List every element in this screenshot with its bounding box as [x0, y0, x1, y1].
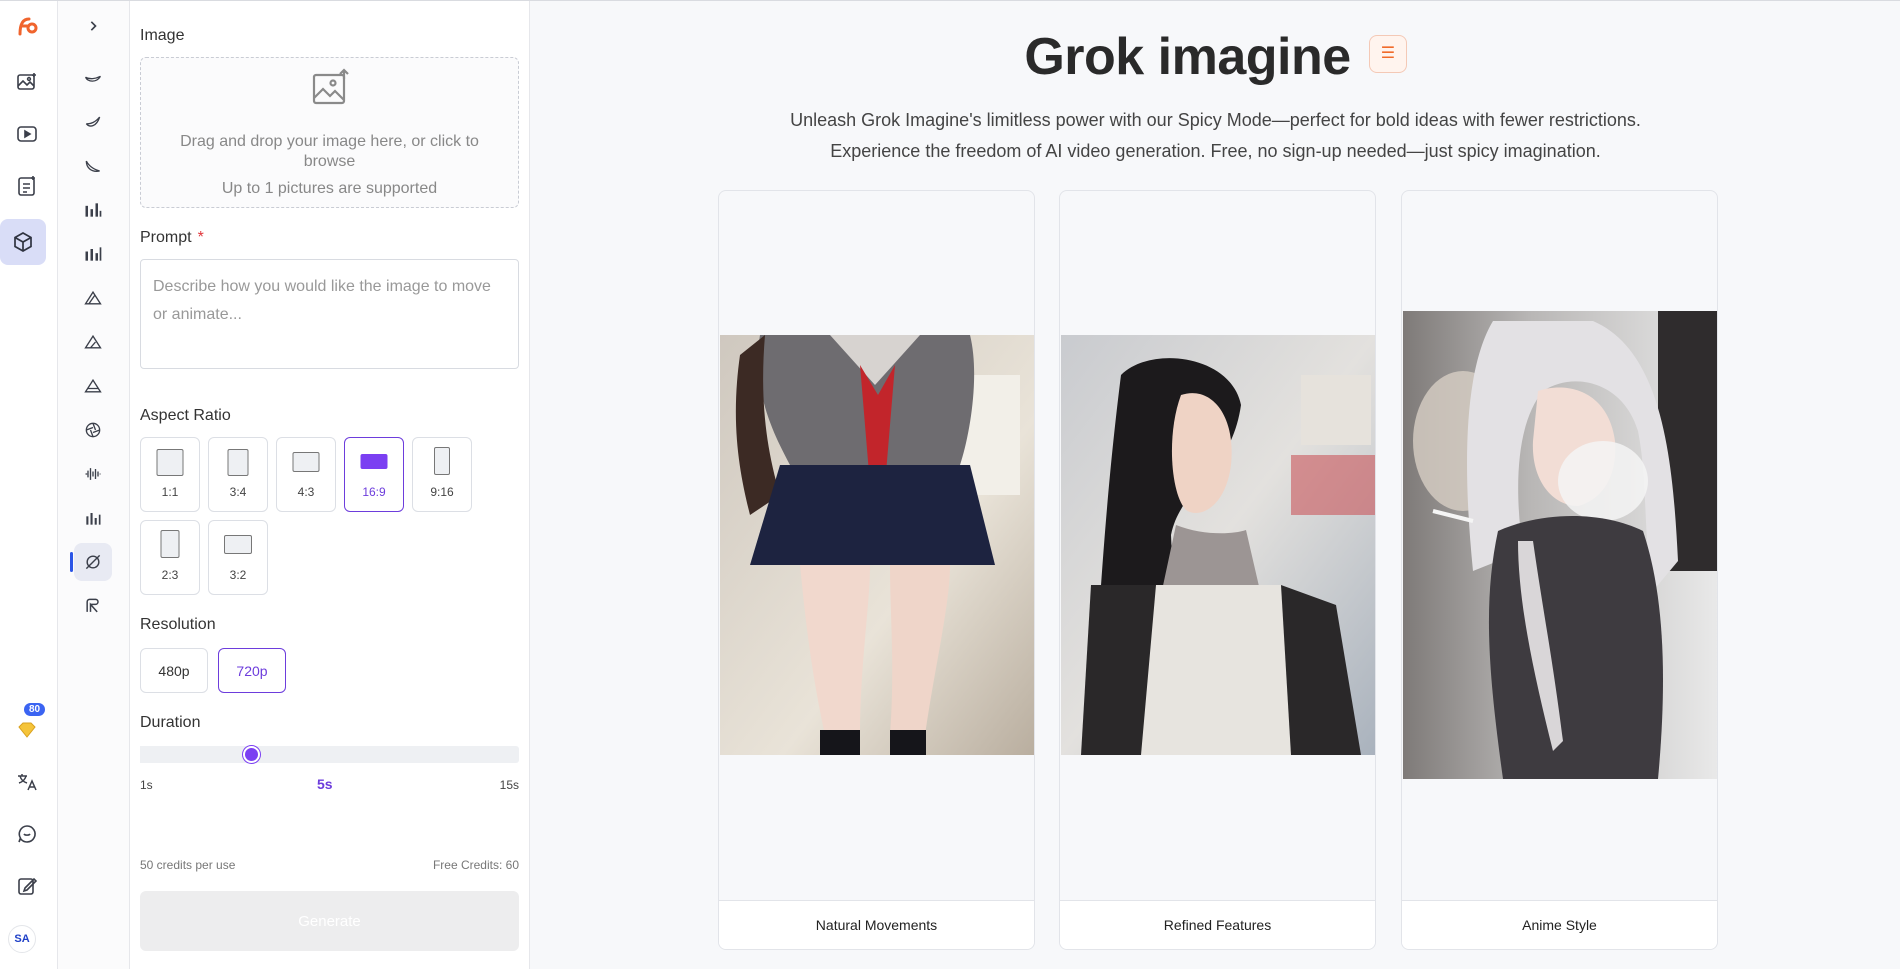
- portrait-icon: [160, 530, 180, 558]
- avatar[interactable]: SA: [8, 925, 36, 953]
- resolution-label: Resolution: [140, 616, 216, 633]
- example-image-portrait: [1061, 335, 1375, 755]
- image-dropzone[interactable]: Drag and drop your image here, or click …: [140, 57, 519, 208]
- gem-icon[interactable]: [8, 711, 46, 749]
- ratio-3-2[interactable]: 3:2: [208, 520, 268, 595]
- card-caption: Refined Features: [1060, 900, 1375, 949]
- card-caption: Natural Movements: [719, 900, 1034, 949]
- page-title-text: Grok imagine: [1024, 28, 1351, 86]
- ratio-4-3[interactable]: 4:3: [276, 437, 336, 512]
- prompt-label: Prompt *: [140, 229, 204, 246]
- prompt-input[interactable]: Describe how you would like the image to…: [140, 259, 519, 369]
- video-icon[interactable]: [8, 115, 46, 153]
- main-rail: 80 SA: [0, 1, 58, 969]
- mountain-icon[interactable]: [74, 279, 112, 317]
- duration-min: 1s: [140, 778, 153, 792]
- ratio-1-1[interactable]: 1:1: [140, 437, 200, 512]
- slider-fill: [140, 746, 252, 763]
- mountain-icon[interactable]: [74, 367, 112, 405]
- waveform-icon[interactable]: [74, 455, 112, 493]
- kling-icon[interactable]: [74, 587, 112, 625]
- image-gallery-icon[interactable]: [8, 63, 46, 101]
- slider-handle[interactable]: [243, 746, 260, 763]
- dropzone-text: Drag and drop your image here, or click …: [180, 133, 479, 170]
- example-card-anime[interactable]: Anime Style: [1401, 190, 1718, 950]
- translate-icon[interactable]: [8, 763, 46, 801]
- credits-icon[interactable]: ☰: [1368, 35, 1407, 74]
- settings-panel: Image Drag and drop your image here, or …: [130, 1, 530, 969]
- generate-button[interactable]: Generate: [140, 891, 519, 951]
- square-icon: [156, 449, 184, 476]
- document-icon[interactable]: [8, 167, 46, 205]
- example-image-anime: [1403, 311, 1717, 779]
- image-label: Image: [140, 27, 185, 44]
- expand-chevron-icon[interactable]: [74, 7, 112, 45]
- banana-icon[interactable]: [74, 147, 112, 185]
- aspect-ratio-label: Aspect Ratio: [140, 407, 231, 424]
- duration-slider[interactable]: [140, 746, 519, 763]
- description-line-2: Experience the freedom of AI video gener…: [830, 141, 1601, 161]
- cube-icon[interactable]: [0, 219, 46, 265]
- logo-icon[interactable]: [8, 7, 46, 45]
- ratio-16-9[interactable]: 16:9: [344, 437, 404, 512]
- portrait-icon: [227, 449, 249, 476]
- card-caption: Anime Style: [1402, 900, 1717, 949]
- resolution-480p[interactable]: 480p: [140, 648, 208, 693]
- example-card-refined[interactable]: Refined Features: [1059, 190, 1376, 950]
- free-credits: Free Credits: 60: [432, 858, 519, 872]
- credits-per-use: 50 credits per use: [140, 858, 236, 872]
- dropzone-limit: Up to 1 pictures are supported: [221, 180, 438, 197]
- bar-chart-icon[interactable]: [74, 499, 112, 537]
- banana-icon[interactable]: [74, 103, 112, 141]
- ratio-9-16[interactable]: 9:16: [412, 437, 472, 512]
- page-description: Unleash Grok Imagine's limitless power w…: [531, 105, 1900, 167]
- bar-chart-icon[interactable]: [74, 191, 112, 229]
- duration-max: 15s: [499, 778, 519, 792]
- ratio-2-3[interactable]: 2:3: [140, 520, 200, 595]
- required-mark: *: [197, 229, 204, 246]
- ratio-3-4[interactable]: 3:4: [208, 437, 268, 512]
- description-line-1: Unleash Grok Imagine's limitless power w…: [790, 110, 1641, 130]
- widescreen-icon: [360, 454, 388, 469]
- duration-value: 5s: [317, 776, 333, 792]
- resolution-720p[interactable]: 720p: [218, 648, 286, 693]
- banana-icon[interactable]: [74, 59, 112, 97]
- example-card-natural[interactable]: Natural Movements: [718, 190, 1035, 950]
- main-content: Grok imagine ☰ Unleash Grok Imagine's lim…: [531, 1, 1900, 969]
- duration-label: Duration: [140, 714, 201, 731]
- mountain-icon[interactable]: [74, 323, 112, 361]
- tools-rail: [58, 1, 130, 969]
- edit-icon[interactable]: [8, 867, 46, 905]
- page-title: Grok imagine ☰: [531, 27, 1900, 87]
- bar-chart-icon[interactable]: [74, 235, 112, 273]
- image-upload-icon: [312, 68, 349, 105]
- aperture-icon[interactable]: [74, 411, 112, 449]
- landscape-icon: [292, 452, 320, 472]
- example-image-schoolgirl: [720, 335, 1034, 755]
- grok-icon[interactable]: [70, 543, 112, 581]
- landscape-icon: [224, 535, 252, 554]
- tall-icon: [434, 447, 450, 475]
- chat-icon[interactable]: [8, 815, 46, 853]
